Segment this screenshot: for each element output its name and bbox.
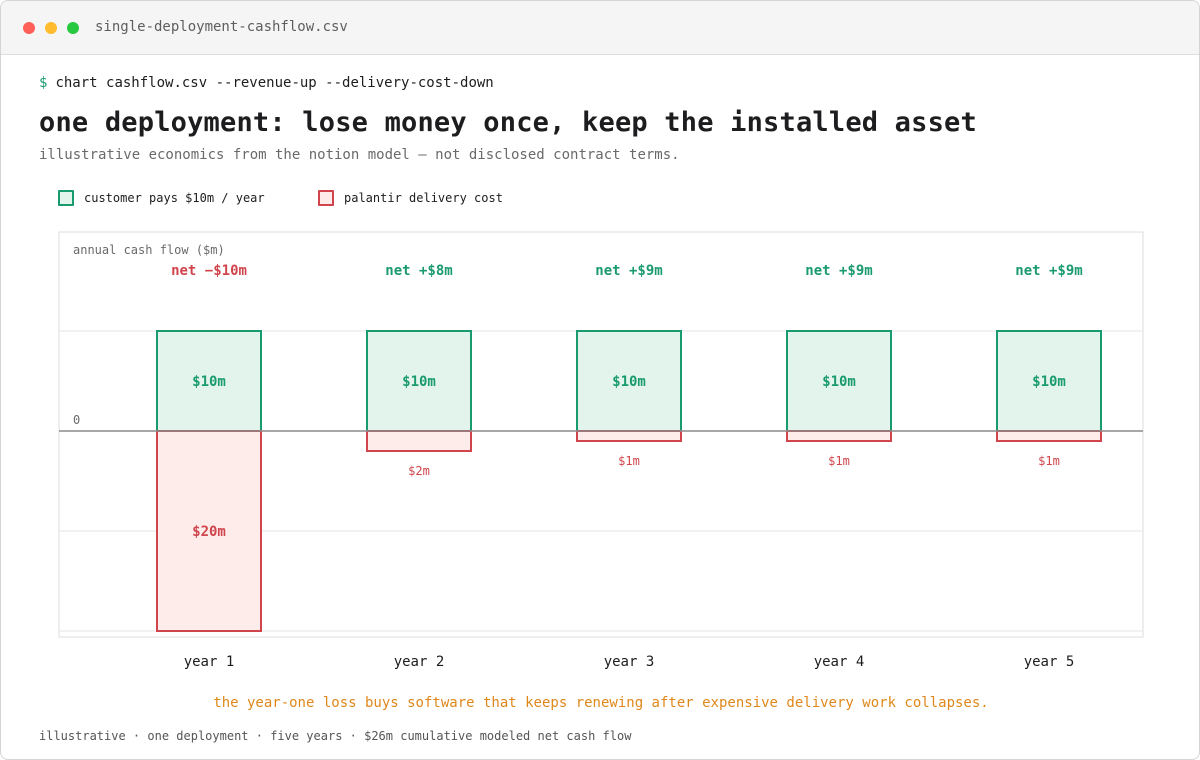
cashflow-bar-chart: annual cash flow ($m) $10m $20m net −$10m ye… [58, 231, 1144, 670]
cost-bar-label: $1m [618, 454, 640, 468]
cost-bar [996, 430, 1102, 442]
cost-bar-label: $1m [828, 454, 850, 468]
x-tick-label: year 5 [1024, 654, 1075, 670]
revenue-bar-label: $10m [192, 374, 226, 390]
revenue-bar-label: $10m [822, 374, 856, 390]
cost-bar-label: $20m [192, 524, 226, 540]
net-label: net +$9m [805, 263, 872, 279]
revenue-bar-label: $10m [612, 374, 646, 390]
x-tick-label: year 3 [604, 654, 655, 670]
y-zero-label: 0 [73, 413, 80, 427]
cost-bar [576, 430, 682, 442]
x-tick-label: year 1 [184, 654, 235, 670]
revenue-bar-label: $10m [402, 374, 436, 390]
chart-caption: the year-one loss buys software that kee… [213, 695, 989, 711]
x-tick-label: year 2 [394, 654, 445, 670]
net-label: net +$9m [595, 263, 662, 279]
terminal-window: single-deployment-cashflow.csv $ chart ca… [0, 0, 1200, 760]
cost-bar-label: $1m [1038, 454, 1060, 468]
net-label: net +$9m [1015, 263, 1082, 279]
net-label: net +$8m [385, 263, 452, 279]
cost-bar [786, 430, 892, 442]
footer-note: illustrative · one deployment · five yea… [39, 729, 632, 743]
revenue-bar-label: $10m [1032, 374, 1066, 390]
cost-bar-label: $2m [408, 464, 430, 478]
cost-bar [366, 430, 472, 452]
x-tick-label: year 4 [814, 654, 865, 670]
net-label: net −$10m [171, 263, 247, 279]
y-axis-label: annual cash flow ($m) [73, 243, 225, 257]
